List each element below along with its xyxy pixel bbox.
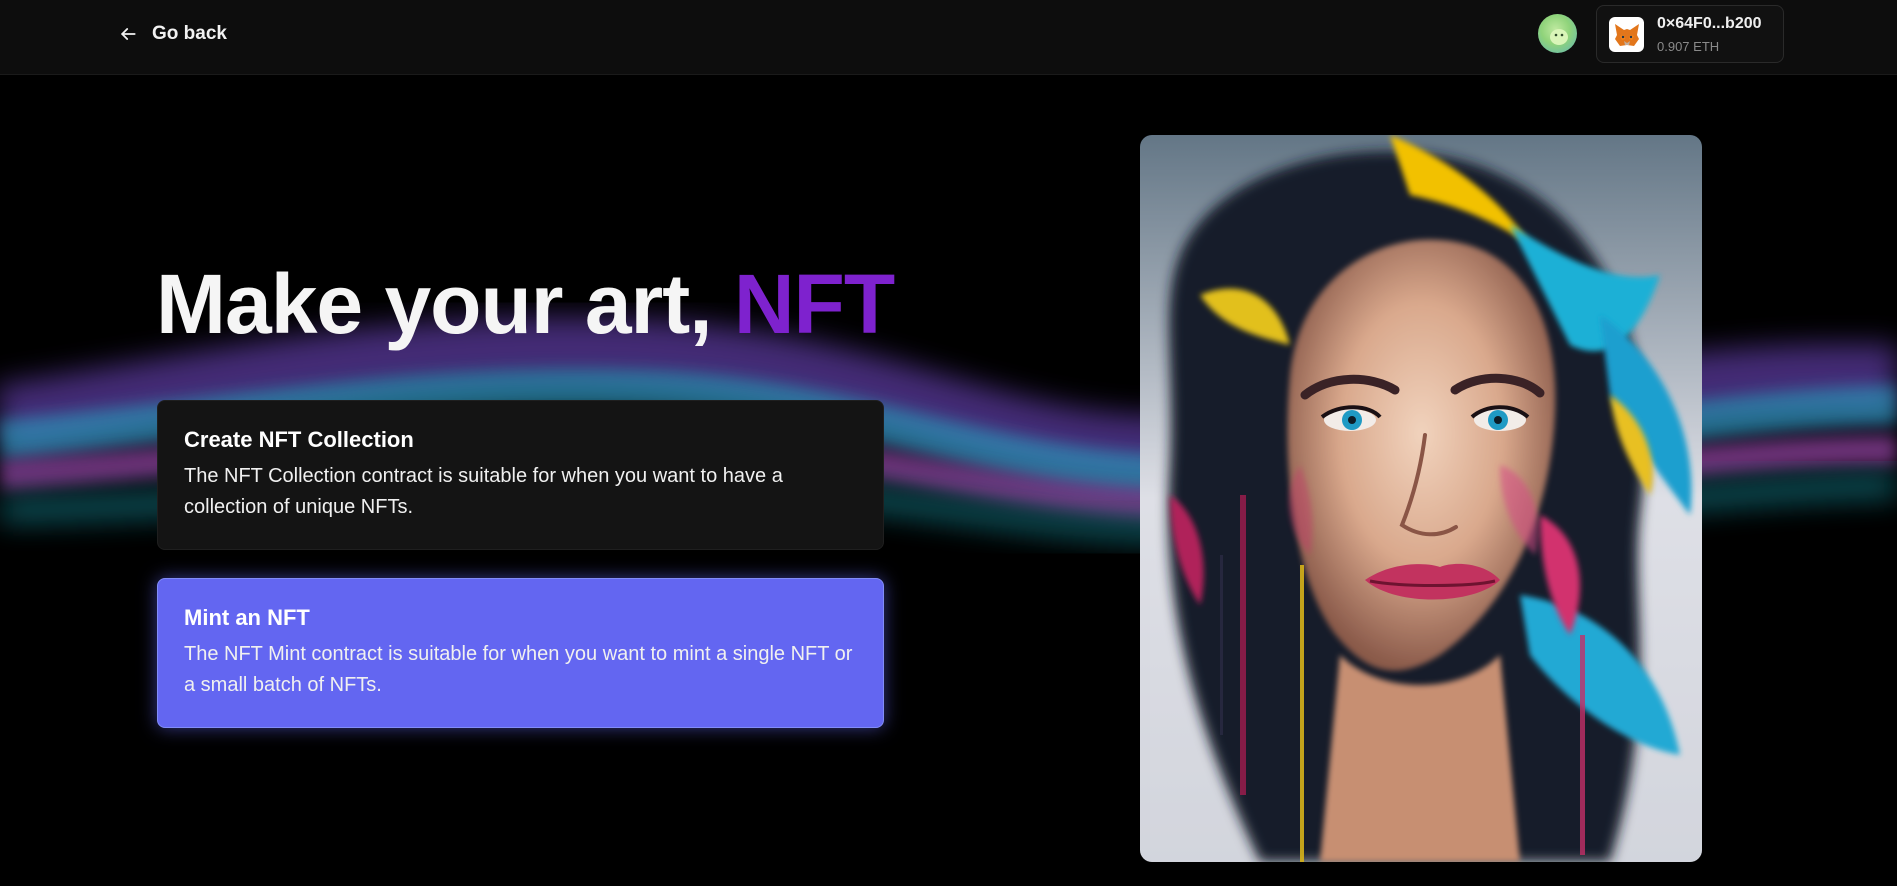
go-back-button[interactable]: Go back <box>118 20 227 48</box>
option-description: The NFT Collection contract is suitable … <box>184 465 783 518</box>
option-title: Mint an NFT <box>184 605 310 630</box>
wallet-balance: 0.907 ETH <box>1657 39 1720 54</box>
user-avatar-icon <box>1550 29 1568 45</box>
artwork-image <box>1140 135 1702 862</box>
top-bar: Go back 0×64F0...b200 0.907 ETH <box>0 0 1897 75</box>
avatar[interactable] <box>1538 14 1577 53</box>
arrow-left-icon <box>121 28 136 40</box>
page-title-accent: NFT <box>733 257 895 351</box>
wallet-address: 0×64F0...b200 <box>1657 15 1762 32</box>
option-description: The NFT Mint contract is suitable for wh… <box>184 643 853 696</box>
go-back-label: Go back <box>152 23 227 44</box>
wallet-button[interactable]: 0×64F0...b200 0.907 ETH <box>1596 5 1784 63</box>
metamask-fox-icon <box>1609 17 1644 52</box>
page-title: Make your art, NFT <box>156 256 895 353</box>
create-nft-collection-option[interactable]: Create NFT Collection The NFT Collection… <box>157 400 884 550</box>
option-title: Create NFT Collection <box>184 427 414 452</box>
page-title-main: Make your art, <box>156 257 734 351</box>
mint-nft-option[interactable]: Mint an NFT The NFT Mint contract is sui… <box>157 578 884 728</box>
